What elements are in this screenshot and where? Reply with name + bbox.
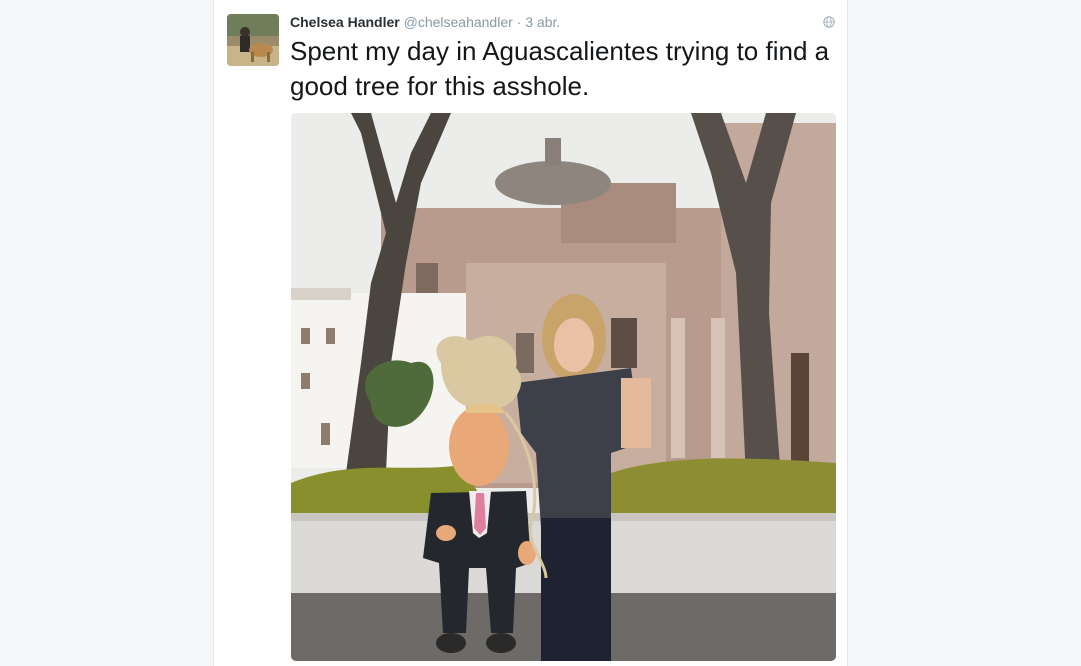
tweet-header: Chelsea Handler @chelseahandler · 3 abr. [290, 13, 560, 31]
globe-icon [823, 15, 835, 28]
tweet-card[interactable]: Chelsea Handler @chelseahandler · 3 abr.… [213, 0, 848, 666]
author-avatar[interactable] [227, 14, 279, 66]
meta-separator: · [516, 14, 522, 30]
tweet-text: Spent my day in Aguascalientes trying to… [290, 36, 830, 101]
author-name[interactable]: Chelsea Handler [290, 14, 400, 30]
tweet-timestamp[interactable]: 3 abr. [525, 14, 560, 30]
tweet-photo[interactable] [291, 113, 836, 661]
author-handle[interactable]: @chelseahandler [404, 14, 513, 30]
